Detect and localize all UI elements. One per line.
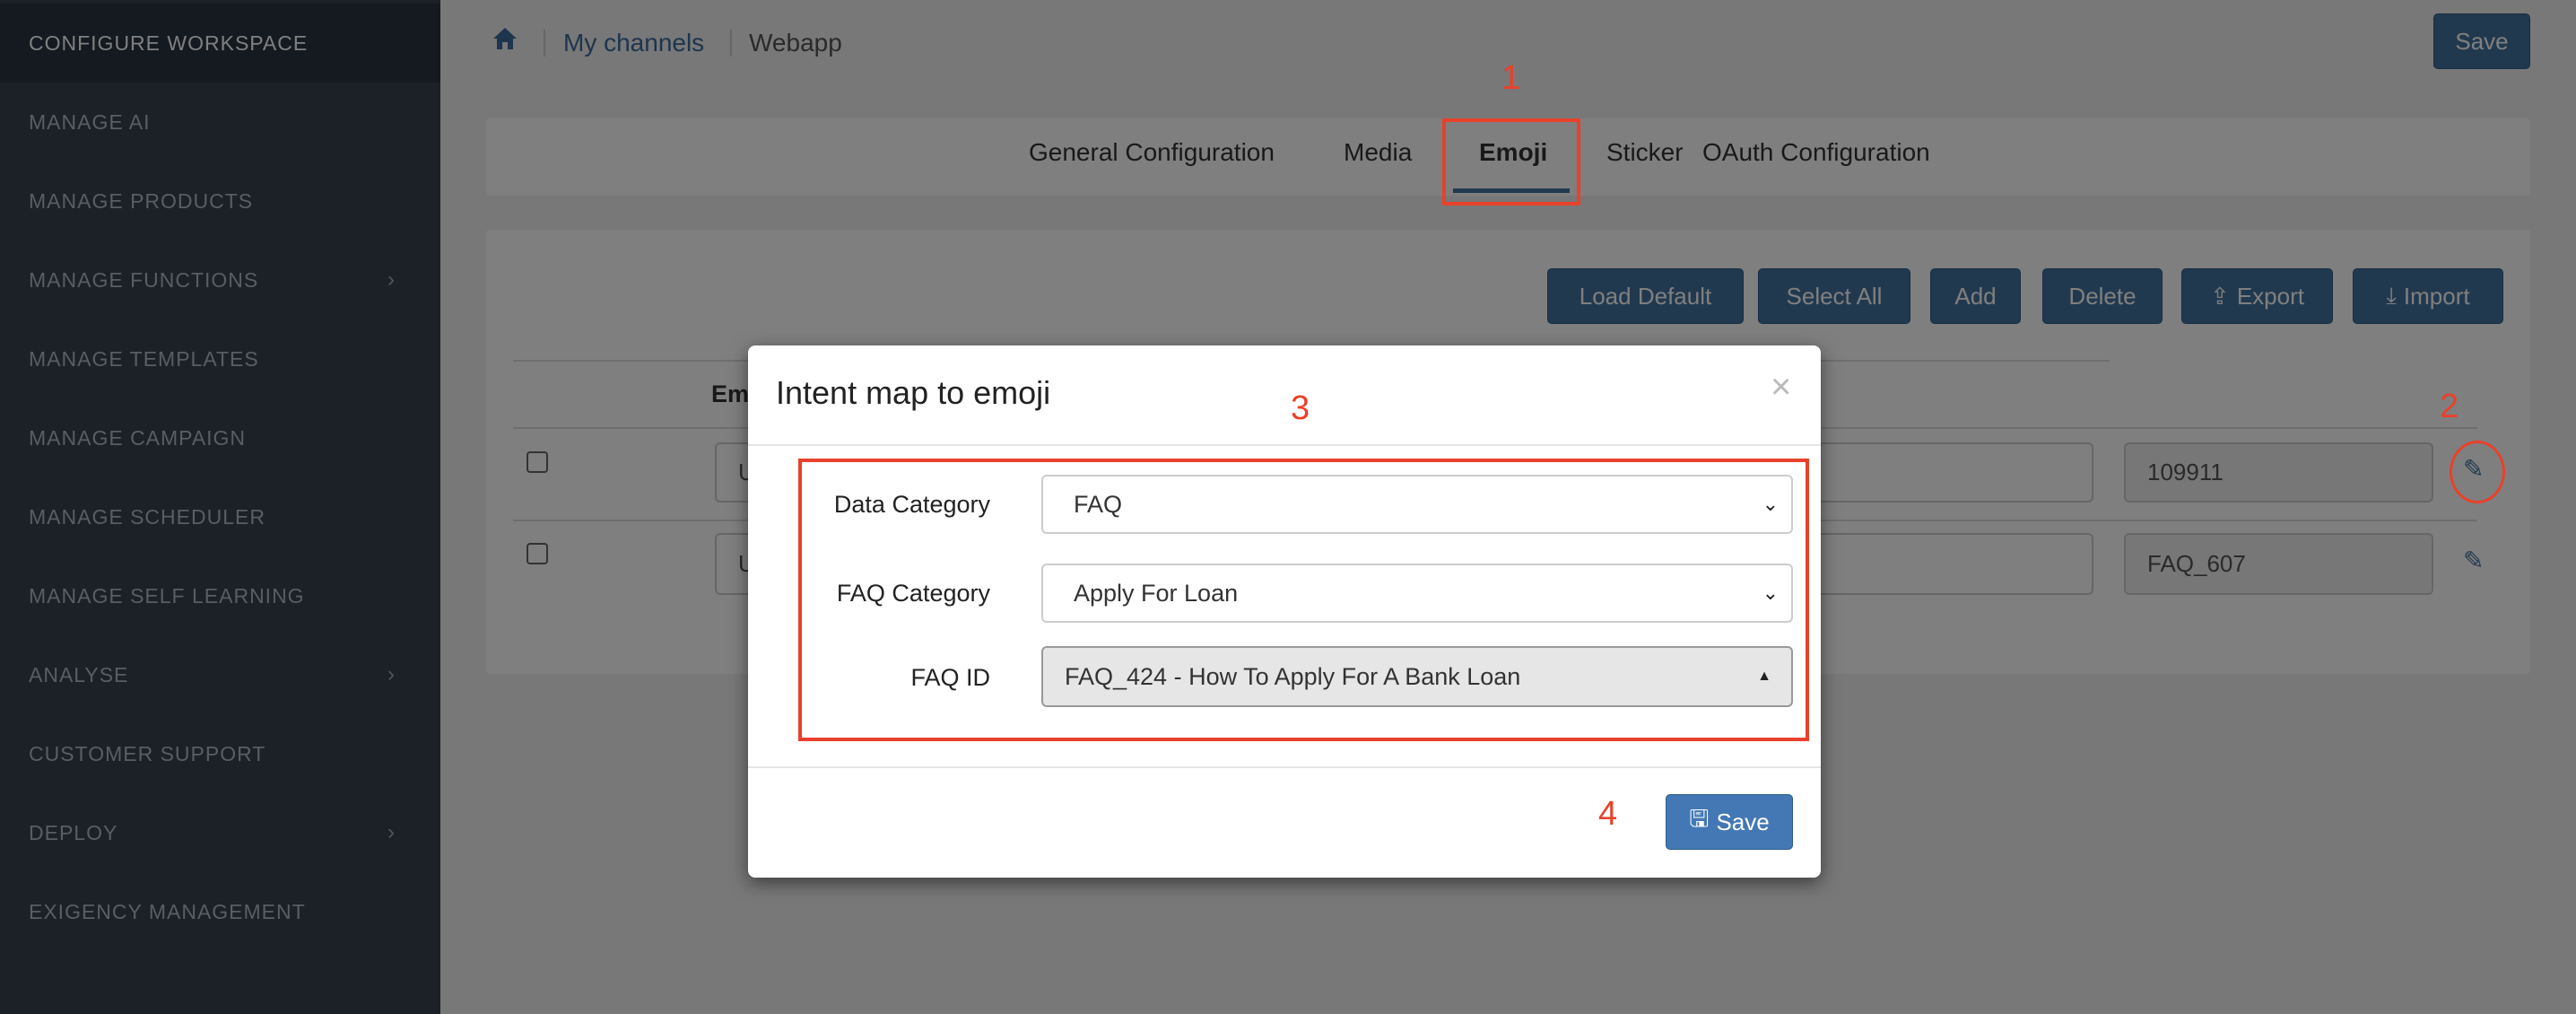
modal-header-divider (748, 444, 1821, 446)
modal-save-label: Save (1716, 808, 1770, 835)
annotation-box-fields (798, 459, 1809, 741)
close-icon[interactable]: × (1771, 367, 1791, 407)
modal-title: Intent map to emoji (776, 374, 1051, 411)
annotation-2: 2 (2440, 388, 2459, 425)
annotation-circle-edit (2450, 441, 2505, 503)
floppy-disk-icon: 🖫 (1689, 805, 1710, 832)
annotation-1: 1 (1501, 59, 1521, 97)
annotation-4: 4 (1598, 795, 1618, 833)
annotation-3: 3 (1291, 389, 1310, 427)
annotation-box-emoji-tab (1442, 118, 1580, 205)
modal-save-button[interactable]: 🖫 Save (1666, 794, 1793, 850)
modal-footer-divider (748, 766, 1821, 768)
